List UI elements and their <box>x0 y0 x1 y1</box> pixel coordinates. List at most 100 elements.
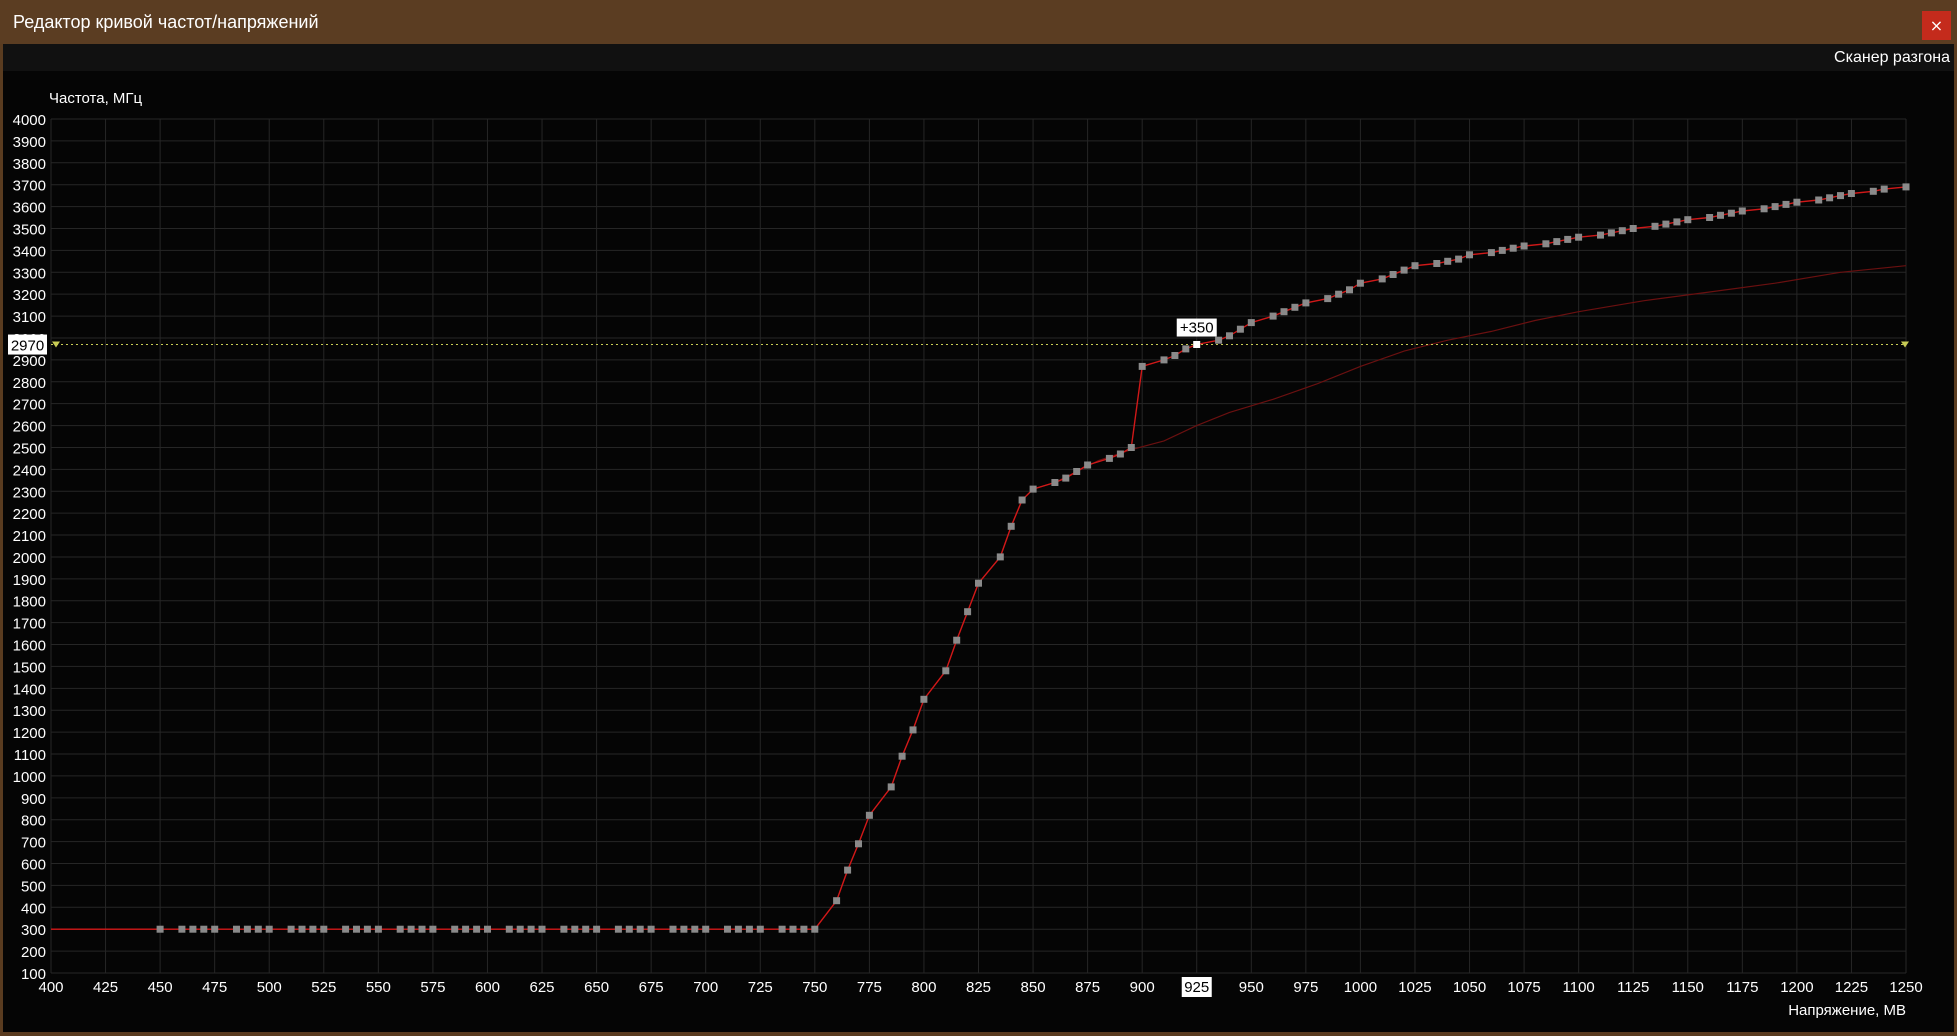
curve-point[interactable] <box>1662 220 1670 228</box>
curve-point[interactable] <box>1236 325 1244 333</box>
curve-point[interactable] <box>887 783 895 791</box>
curve-point[interactable] <box>1029 485 1037 493</box>
curve-point[interactable] <box>1171 352 1179 359</box>
curve-point[interactable] <box>178 925 186 933</box>
curve-point[interactable] <box>1760 205 1768 213</box>
vf-curve-chart[interactable]: 1002003004005006007008009001000110012001… <box>0 44 1957 1032</box>
curve-point[interactable] <box>1793 198 1801 206</box>
curve-point[interactable] <box>527 925 535 933</box>
curve-point[interactable] <box>1247 319 1255 327</box>
curve-point[interactable] <box>953 636 961 644</box>
curve-point[interactable] <box>1717 211 1724 219</box>
curve-point[interactable] <box>789 925 797 933</box>
curve-point[interactable] <box>374 925 382 933</box>
curve-point[interactable] <box>1542 240 1550 248</box>
curve-point[interactable] <box>1433 260 1441 267</box>
curve-point[interactable] <box>1356 279 1364 287</box>
curve-point[interactable] <box>1324 295 1332 303</box>
curve-point[interactable] <box>1051 479 1059 486</box>
selected-curve-point[interactable] <box>1193 341 1201 348</box>
curve-point[interactable] <box>571 925 579 933</box>
curve-point[interactable] <box>396 925 404 933</box>
curve-point[interactable] <box>156 925 164 933</box>
curve-point[interactable] <box>254 925 262 933</box>
curve-point[interactable] <box>1138 362 1146 370</box>
curve-point[interactable] <box>1007 522 1015 530</box>
curve-point[interactable] <box>287 925 295 933</box>
curve-point[interactable] <box>1607 229 1615 237</box>
curve-point[interactable] <box>342 925 350 933</box>
curve-point[interactable] <box>1771 203 1779 211</box>
curve-point[interactable] <box>1389 271 1397 278</box>
curve-point[interactable] <box>844 866 852 874</box>
curve-point[interactable] <box>975 579 982 587</box>
curve-point[interactable] <box>1869 187 1877 195</box>
curve-point[interactable] <box>1291 303 1299 311</box>
curve-point[interactable] <box>1575 233 1583 241</box>
curve-point[interactable] <box>538 925 546 933</box>
curve-point[interactable] <box>233 925 240 933</box>
curve-point[interactable] <box>211 925 219 933</box>
curve-point[interactable] <box>1880 185 1888 193</box>
close-icon[interactable]: × <box>1922 11 1951 40</box>
curve-point[interactable] <box>669 925 677 933</box>
curve-point[interactable] <box>833 897 841 905</box>
curve-point[interactable] <box>516 925 524 933</box>
curve-point[interactable] <box>1215 336 1223 344</box>
guide-left-arrow-icon[interactable] <box>52 341 60 348</box>
curve-point[interactable] <box>855 840 862 848</box>
curve-point[interactable] <box>1411 262 1419 270</box>
curve-point[interactable] <box>462 925 470 933</box>
curve-point[interactable] <box>593 925 601 933</box>
curve-point[interactable] <box>1182 345 1190 353</box>
curve-point[interactable] <box>243 925 251 933</box>
curve-point[interactable] <box>1782 200 1790 208</box>
curve-point[interactable] <box>680 925 688 933</box>
curve-point[interactable] <box>1564 235 1572 243</box>
curve-point[interactable] <box>582 925 590 933</box>
curve-point[interactable] <box>1815 196 1823 204</box>
curve-point[interactable] <box>1727 209 1735 217</box>
curve-point[interactable] <box>1226 332 1233 340</box>
curve-point[interactable] <box>614 925 622 933</box>
curve-point[interactable] <box>800 925 808 933</box>
curve-point[interactable] <box>1127 444 1135 451</box>
curve-point[interactable] <box>1335 290 1343 298</box>
curve-point[interactable] <box>1269 312 1277 320</box>
curve-point[interactable] <box>745 925 753 933</box>
curve-point[interactable] <box>942 667 950 675</box>
curve-point[interactable] <box>898 752 906 760</box>
curve-point[interactable] <box>265 925 273 933</box>
curve-point[interactable] <box>298 925 306 933</box>
curve-point[interactable] <box>1116 450 1124 458</box>
curve-point[interactable] <box>418 925 426 933</box>
curve-point[interactable] <box>1378 275 1386 283</box>
curve-point[interactable] <box>407 925 415 933</box>
curve-point[interactable] <box>363 925 371 933</box>
curve-point[interactable] <box>1597 231 1604 239</box>
curve-point[interactable] <box>1018 496 1026 504</box>
curve-point[interactable] <box>811 925 819 933</box>
curve-point[interactable] <box>189 925 197 933</box>
curve-point[interactable] <box>920 695 928 703</box>
curve-point[interactable] <box>1520 242 1528 250</box>
curve-point[interactable] <box>505 925 513 933</box>
curve-point[interactable] <box>756 925 764 933</box>
curve-point[interactable] <box>473 925 481 933</box>
curve-point[interactable] <box>1684 216 1692 224</box>
curve-point[interactable] <box>691 925 699 933</box>
curve-point[interactable] <box>1826 194 1834 202</box>
curve-point[interactable] <box>1847 190 1855 197</box>
curve-point[interactable] <box>1837 192 1844 200</box>
curve-point[interactable] <box>1062 474 1070 482</box>
curve-point[interactable] <box>996 553 1004 561</box>
curve-point[interactable] <box>734 925 742 933</box>
curve-point[interactable] <box>702 925 710 933</box>
curve-point[interactable] <box>1498 246 1506 254</box>
curve-point[interactable] <box>1073 468 1081 475</box>
curve-point[interactable] <box>1509 244 1517 252</box>
curve-point[interactable] <box>1902 183 1910 191</box>
curve-point[interactable] <box>1706 214 1714 221</box>
curve-point[interactable] <box>1444 257 1452 265</box>
curve-point[interactable] <box>1629 225 1637 232</box>
